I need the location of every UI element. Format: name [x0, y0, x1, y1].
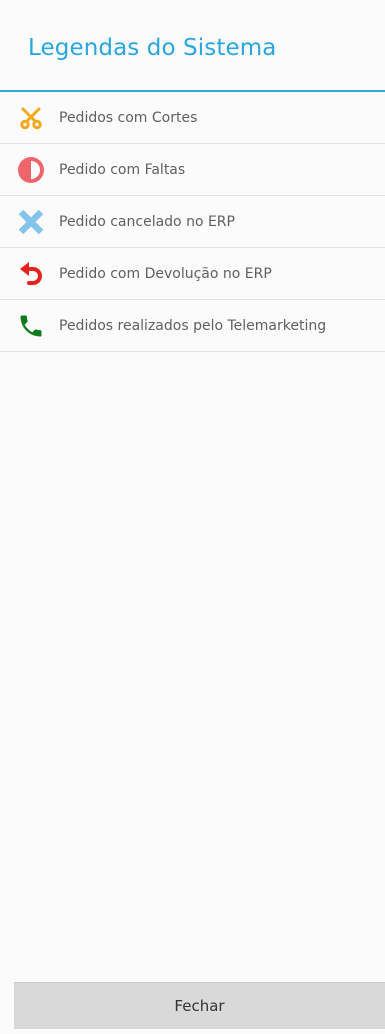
legend-label: Pedidos realizados pelo Telemarketing — [59, 317, 327, 334]
half-circle-icon — [16, 155, 46, 185]
phone-icon — [16, 311, 46, 341]
close-button-label: Fechar — [174, 997, 225, 1015]
legend-item-devolucao: Pedido com Devolução no ERP — [0, 248, 385, 300]
undo-arrow-icon — [16, 259, 46, 289]
dialog-title: Legendas do Sistema — [28, 35, 277, 61]
legend-item-cancelado: Pedido cancelado no ERP — [0, 196, 385, 248]
dialog-header: Legendas do Sistema — [0, 0, 385, 92]
legend-label: Pedido com Faltas — [59, 161, 186, 178]
legend-item-faltas: Pedido com Faltas — [0, 144, 385, 196]
scissors-icon — [16, 103, 46, 133]
x-icon — [16, 207, 46, 237]
legend-item-cortes: Pedidos com Cortes — [0, 92, 385, 144]
close-button[interactable]: Fechar — [14, 982, 385, 1029]
legend-list: Pedidos com Cortes Pedido com Faltas Ped… — [0, 92, 385, 352]
legend-label: Pedido com Devolução no ERP — [59, 265, 272, 282]
legend-label: Pedido cancelado no ERP — [59, 213, 235, 230]
legend-item-telemarketing: Pedidos realizados pelo Telemarketing — [0, 300, 385, 352]
legend-label: Pedidos com Cortes — [59, 109, 198, 126]
